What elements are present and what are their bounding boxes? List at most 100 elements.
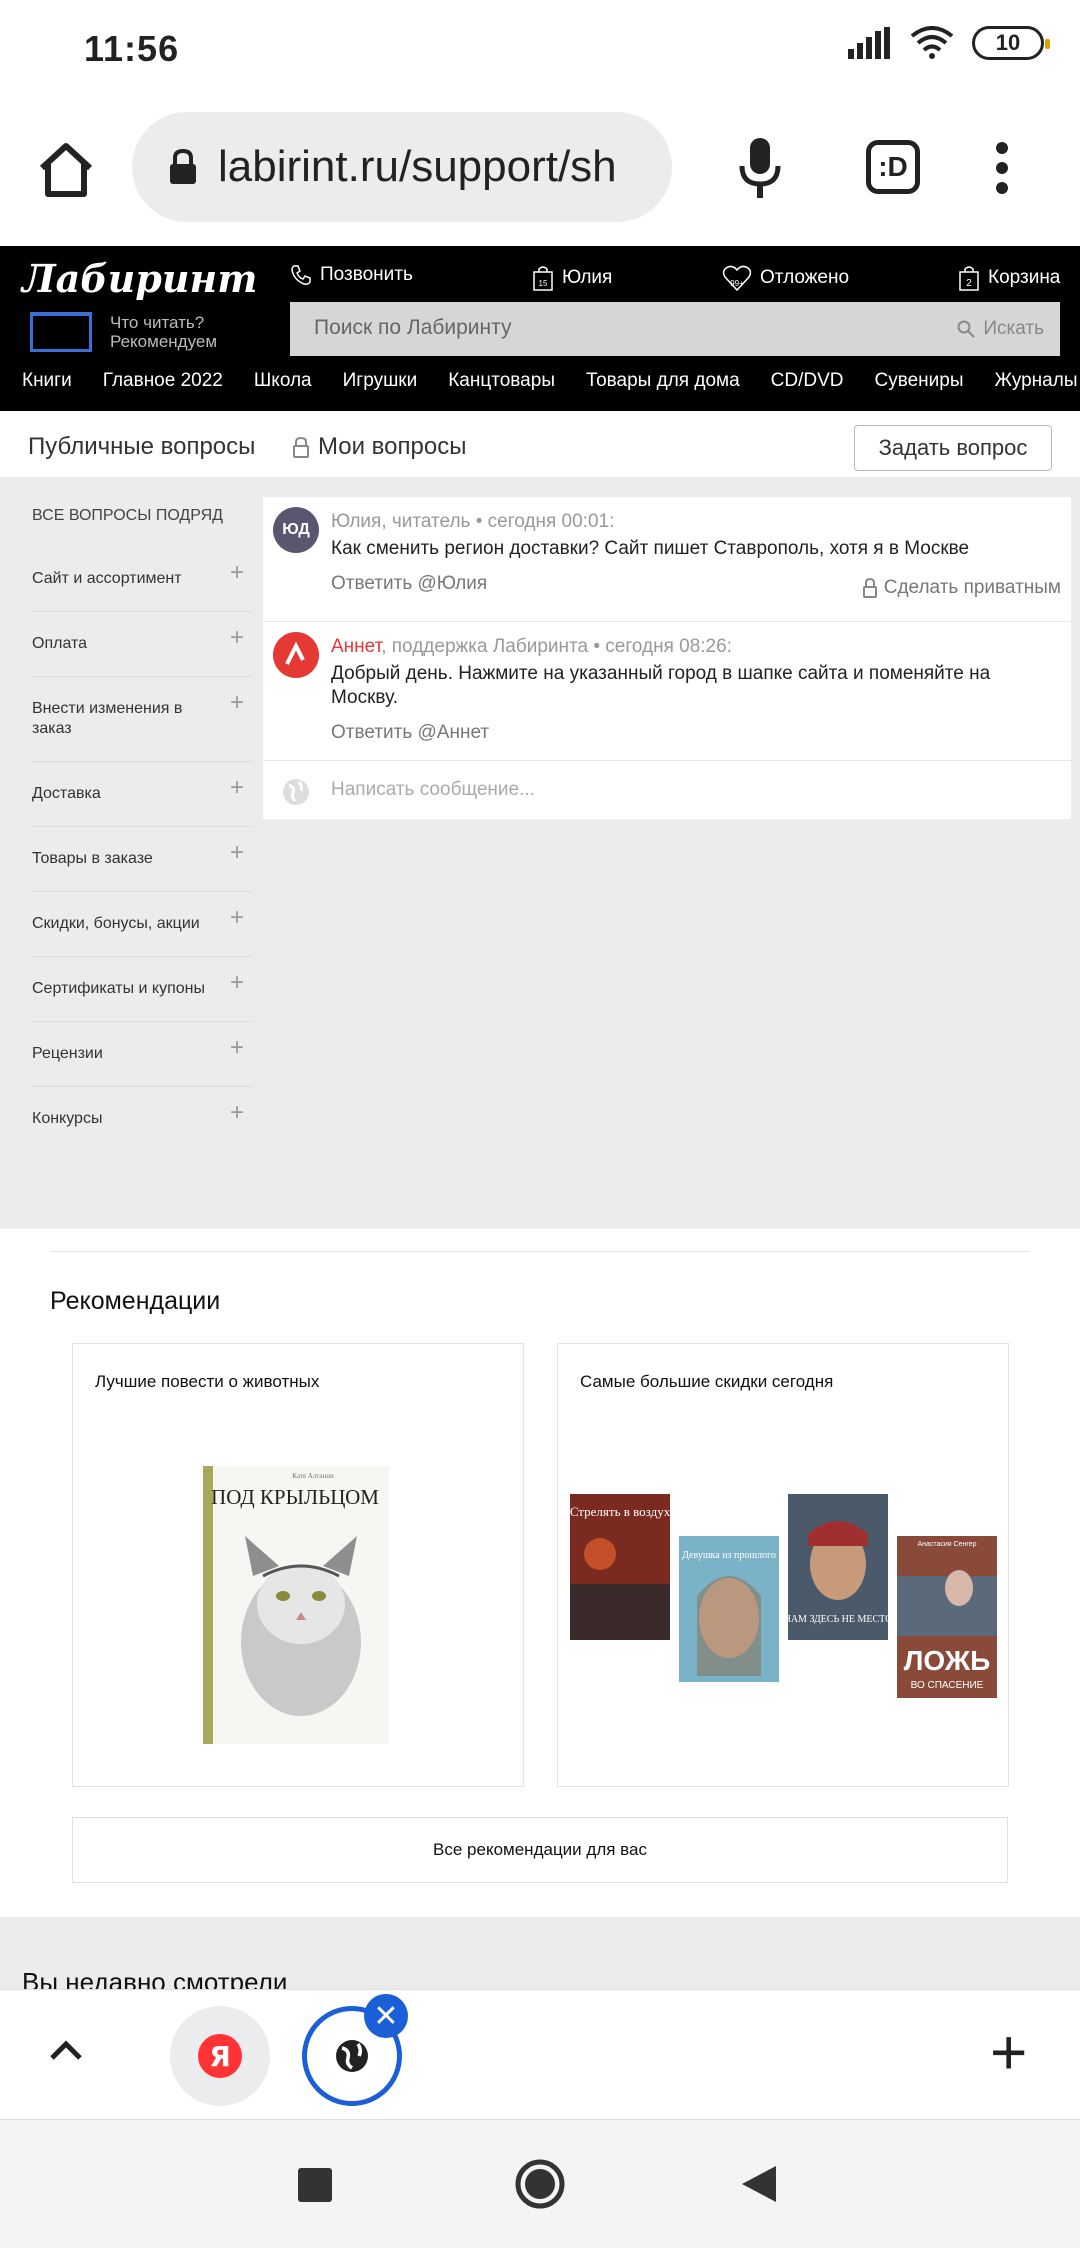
postponed-link[interactable]: 99+ Отложено xyxy=(722,264,849,292)
site-search[interactable]: Поиск по Лабиринту Искать xyxy=(290,302,1060,356)
book-cover-lie[interactable]: Анастасия Сенгер ЛОЖЬ ВО СПАСЕНИЕ xyxy=(897,1536,997,1698)
chevron-up-icon[interactable] xyxy=(46,2030,86,2070)
new-tab-icon[interactable]: + xyxy=(990,2020,1027,2084)
compose-field[interactable]: Написать сообщение... xyxy=(263,761,1071,819)
back-icon[interactable] xyxy=(740,2164,778,2204)
heart-icon: 99+ xyxy=(722,265,752,292)
user-bag-icon: 15 xyxy=(533,266,553,291)
category-payment[interactable]: Оплата + xyxy=(30,612,252,677)
wifi-icon xyxy=(910,26,954,59)
read-line-1: Что читать? xyxy=(110,313,205,332)
message-text: Добрый день. Нажмите на указанный город … xyxy=(331,663,991,708)
plus-icon: + xyxy=(229,624,244,651)
all-questions-link[interactable]: Все вопросы подряд xyxy=(30,495,252,547)
user-badge: 15 xyxy=(539,279,548,288)
recently-viewed-section: Вы недавно смотрели xyxy=(0,1917,1080,1989)
book-cover-girl[interactable]: Девушка из прошлого xyxy=(679,1536,779,1682)
category-order-items[interactable]: Товары в заказе + xyxy=(30,827,252,892)
globe-icon xyxy=(336,2040,368,2072)
category-label: Сертификаты и купоны xyxy=(32,980,205,997)
what-to-read-link[interactable]: Что читать? Рекомендуем xyxy=(30,312,217,352)
recommendations-title: Рекомендации xyxy=(50,1287,221,1315)
category-label: Конкурсы xyxy=(32,1110,103,1127)
address-bar[interactable]: labirint.ru/support/sh xyxy=(132,112,672,222)
home-button-icon[interactable] xyxy=(514,2158,566,2210)
recently-viewed-title: Вы недавно смотрели xyxy=(22,1967,288,1989)
home-icon[interactable] xyxy=(36,140,96,200)
category-discounts[interactable]: Скидки, бонусы, акции + xyxy=(30,892,252,957)
microphone-icon[interactable] xyxy=(736,136,784,202)
category-label: Рецензии xyxy=(32,1045,103,1062)
plus-icon: + xyxy=(229,969,244,996)
search-icon xyxy=(957,320,976,338)
book-cover-not-belong[interactable]: НАМ ЗДЕСЬ НЕ МЕСТО xyxy=(788,1494,888,1640)
category-label: Оплата xyxy=(32,635,88,652)
plus-icon: + xyxy=(229,839,244,866)
cart-icon: 2 xyxy=(959,266,979,291)
recommendations-section: Рекомендации Лучшие повести о животных К… xyxy=(0,1229,1080,1917)
call-label: Позвонить xyxy=(320,264,413,285)
svg-text:Стрелять в воздух: Стрелять в воздух xyxy=(570,1504,670,1519)
message-text: Как сменить регион доставки? Сайт пишет … xyxy=(331,538,970,559)
postponed-badge: 99+ xyxy=(730,279,744,288)
category-reviews[interactable]: Рецензии + xyxy=(30,1022,252,1087)
site-header: Лабиринт Что читать? Рекомендуем Позвони… xyxy=(0,246,1080,411)
nav-item-main-2022[interactable]: Главное 2022 xyxy=(103,370,223,406)
nav-item-souvenirs[interactable]: Сувениры xyxy=(875,370,964,406)
nav-item-stationery[interactable]: Канцтовары xyxy=(448,370,555,406)
all-recommendations-button[interactable]: Все рекомендации для вас xyxy=(72,1817,1008,1883)
svg-text:НАМ ЗДЕСЬ НЕ МЕСТО: НАМ ЗДЕСЬ НЕ МЕСТО xyxy=(788,1614,888,1625)
tab-public-questions[interactable]: Публичные вопросы xyxy=(28,433,255,461)
category-delivery[interactable]: Доставка + xyxy=(30,762,252,827)
nav-item-magazines[interactable]: Журналы xyxy=(995,370,1078,406)
rec-card-discounts[interactable]: Самые большие скидки сегодня Стрелять в … xyxy=(557,1343,1009,1787)
question-thread: ЮД Юлия, читатель • сегодня 00:01: Как с… xyxy=(263,497,1071,819)
yandex-tab[interactable]: Я xyxy=(170,2006,270,2106)
book-cover-shoot[interactable]: Стрелять в воздух xyxy=(570,1494,670,1640)
nav-item-cd-dvd[interactable]: CD/DVD xyxy=(771,370,844,406)
support-avatar xyxy=(273,632,319,678)
battery-level: 10 xyxy=(995,30,1021,55)
category-order-changes[interactable]: Внести изменения в заказ + xyxy=(30,677,252,762)
book-cover-cat[interactable]: Катя Алтанни ПОД КРЫЛЬЦОМ xyxy=(203,1466,389,1744)
close-tab-icon[interactable]: ✕ xyxy=(364,1994,408,2038)
call-link[interactable]: Позвонить xyxy=(290,264,413,286)
svg-text:ПОД КРЫЛЬЦОМ: ПОД КРЫЛЬЦОМ xyxy=(211,1485,379,1509)
divider xyxy=(50,1251,1030,1252)
nav-item-school[interactable]: Школа xyxy=(254,370,312,406)
category-label: Доставка xyxy=(32,785,101,802)
search-input[interactable]: Поиск по Лабиринту xyxy=(314,316,512,340)
plus-icon: + xyxy=(229,1034,244,1061)
svg-text:Девушка из прошлого: Девушка из прошлого xyxy=(682,1550,776,1561)
search-button[interactable]: Искать xyxy=(957,318,1044,340)
reply-link[interactable]: Ответить @Аннет xyxy=(331,722,1061,744)
recents-icon[interactable] xyxy=(298,2168,332,2202)
category-nav: Книги Главное 2022 Школа Игрушки Канцтов… xyxy=(0,370,1080,406)
postponed-label: Отложено xyxy=(760,267,850,288)
site-logo[interactable]: Лабиринт xyxy=(22,256,257,301)
author-meta: , поддержка Лабиринта • сегодня 08:26: xyxy=(381,636,732,657)
labirint-logo-icon xyxy=(285,642,305,665)
lock-icon xyxy=(170,148,196,184)
plus-icon: + xyxy=(229,1099,244,1126)
read-line-2: Рекомендуем xyxy=(110,332,218,351)
user-link[interactable]: 15 Юлия xyxy=(532,264,612,292)
browser-bottom-bar: Я ✕ + xyxy=(0,1989,1080,2119)
nav-item-books[interactable]: Книги xyxy=(22,370,72,406)
category-contests[interactable]: Конкурсы + xyxy=(30,1087,252,1151)
plus-icon: + xyxy=(229,689,244,716)
make-private-button[interactable]: Сделать приватным xyxy=(862,577,1061,599)
more-menu-icon[interactable] xyxy=(994,142,1010,194)
category-certificates[interactable]: Сертификаты и купоны + xyxy=(30,957,252,1022)
globe-icon xyxy=(283,779,309,805)
cart-link[interactable]: 2 Корзина xyxy=(958,264,1060,292)
category-site[interactable]: Сайт и ассортимент + xyxy=(30,547,252,612)
rec-card-animals[interactable]: Лучшие повести о животных Катя Алтанни П… xyxy=(72,1343,524,1787)
card-title: Самые большие скидки сегодня xyxy=(580,1372,834,1391)
lock-icon xyxy=(293,436,309,458)
nav-item-toys[interactable]: Игрушки xyxy=(343,370,418,406)
tab-my-questions[interactable]: Мои вопросы xyxy=(292,433,466,461)
nav-item-home-goods[interactable]: Товары для дома xyxy=(586,370,740,406)
tabs-button[interactable]: :D xyxy=(866,140,920,194)
ask-question-button[interactable]: Задать вопрос xyxy=(854,425,1052,471)
